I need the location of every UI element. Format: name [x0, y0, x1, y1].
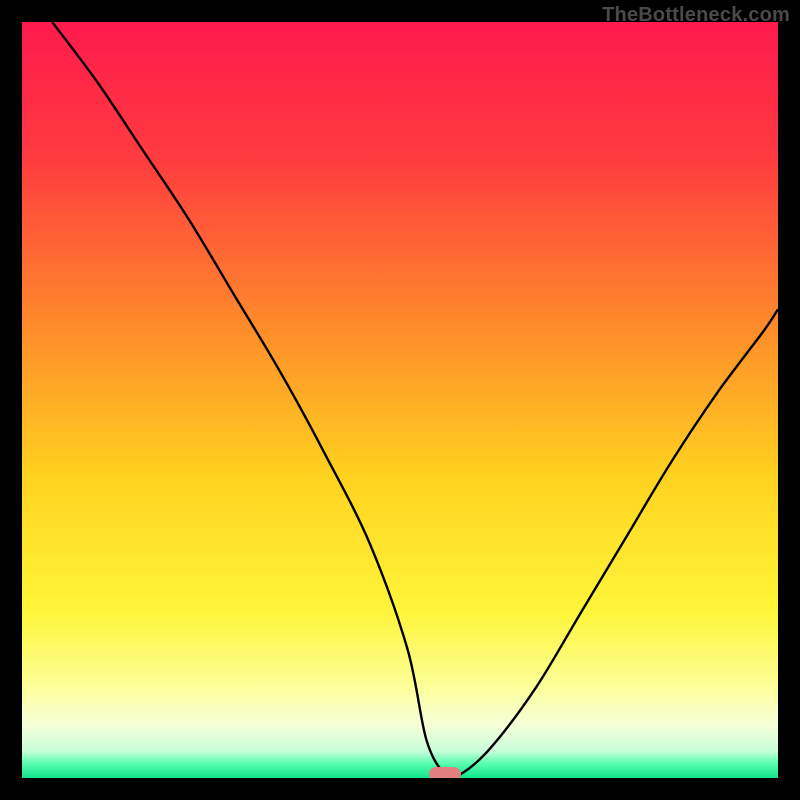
watermark-text: TheBottleneck.com — [602, 4, 790, 27]
chart-frame: TheBottleneck.com — [0, 0, 800, 800]
optimal-marker — [429, 767, 461, 778]
bottleneck-curve-path — [52, 22, 778, 778]
bottleneck-curve — [22, 22, 778, 778]
plot-area — [22, 22, 778, 778]
